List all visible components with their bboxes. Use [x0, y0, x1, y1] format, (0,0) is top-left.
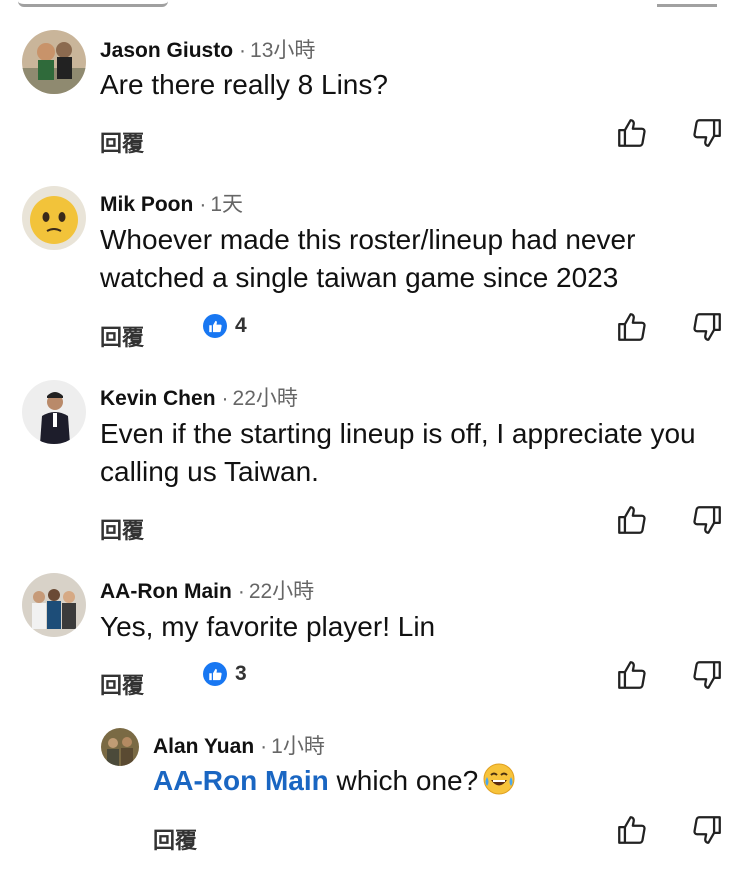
avatar[interactable] — [22, 380, 86, 444]
thumbs-up-icon[interactable] — [615, 310, 649, 344]
like-badge-icon — [203, 314, 227, 338]
separator-dot: · — [221, 387, 229, 410]
comment-meta: AA-Ron Main · 22小時 — [100, 575, 314, 605]
comment-meta: Jason Giusto · 13小時 — [100, 34, 315, 64]
comment-meta: Mik Poon · 1天 — [100, 188, 243, 218]
author-name[interactable]: Mik Poon — [100, 193, 193, 216]
reply-button[interactable]: 回覆 — [100, 668, 144, 700]
like-badge-icon — [203, 662, 227, 686]
separator-dot: · — [237, 580, 245, 603]
like-count-value: 4 — [235, 314, 247, 337]
comment-meta: Alan Yuan · 1小時 — [153, 730, 325, 760]
reply-text: which one? — [328, 765, 479, 796]
separator-dot: · — [260, 735, 268, 758]
timestamp: 1小時 — [271, 735, 325, 758]
separator-dot: · — [239, 39, 247, 62]
laughing-crying-emoji-icon — [482, 762, 516, 796]
timestamp: 22小時 — [232, 387, 298, 410]
like-count[interactable]: 3 — [203, 662, 247, 686]
thumbs-down-icon[interactable] — [690, 658, 724, 692]
clipped-top-bar — [0, 0, 745, 8]
reply-button[interactable]: 回覆 — [100, 126, 144, 158]
author-name[interactable]: Kevin Chen — [100, 387, 216, 410]
timestamp: 22小時 — [248, 580, 315, 603]
reply-button[interactable]: 回覆 — [100, 513, 144, 545]
comment-text: Yes, my favorite player! Lin — [100, 611, 436, 642]
thumbs-up-icon[interactable] — [615, 116, 649, 150]
mention-link[interactable]: AA-Ron Main — [153, 765, 329, 796]
avatar[interactable] — [101, 728, 139, 766]
thumbs-down-icon[interactable] — [690, 116, 724, 150]
thumbs-down-icon[interactable] — [690, 503, 724, 537]
author-name[interactable]: AA-Ron Main — [100, 580, 232, 603]
comment-text: Are there really 8 Lins? — [100, 69, 388, 100]
thumbs-up-icon[interactable] — [615, 503, 649, 537]
comment-text: Whoever made this roster/lineup had neve… — [100, 224, 636, 293]
comment-text: AA-Ron Main which one? — [153, 762, 745, 800]
timestamp: 13小時 — [250, 39, 316, 62]
thumbs-up-icon[interactable] — [615, 658, 649, 692]
separator-dot: · — [199, 193, 207, 216]
reply-button[interactable]: 回覆 — [100, 320, 144, 352]
like-count-value: 3 — [235, 662, 247, 685]
avatar[interactable] — [22, 30, 86, 94]
thumbs-down-icon[interactable] — [690, 813, 724, 847]
avatar[interactable] — [22, 573, 86, 637]
comment-meta: Kevin Chen · 22小時 — [100, 382, 298, 412]
comment-text: Even if the starting lineup is off, I ap… — [100, 418, 696, 487]
timestamp: 1天 — [210, 193, 244, 216]
thumbs-up-icon[interactable] — [615, 813, 649, 847]
thumbs-down-icon[interactable] — [690, 310, 724, 344]
like-count[interactable]: 4 — [203, 314, 247, 338]
avatar[interactable] — [22, 186, 86, 250]
author-name[interactable]: Alan Yuan — [153, 735, 254, 758]
reply-button[interactable]: 回覆 — [153, 823, 197, 855]
author-name[interactable]: Jason Giusto — [100, 39, 233, 62]
